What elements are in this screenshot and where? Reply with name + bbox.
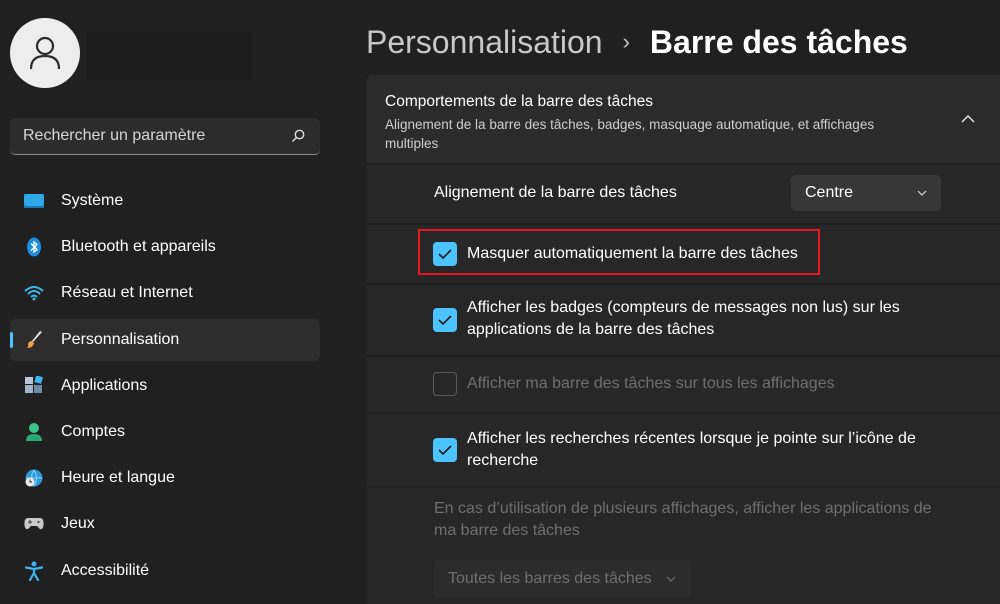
multi-display-row: En cas d’utilisation de plusieurs affich… bbox=[367, 488, 1000, 604]
checkmark-icon bbox=[438, 315, 452, 325]
alignment-label: Alignement de la barre des tâches bbox=[434, 184, 677, 201]
sidebar-item-label: Système bbox=[61, 192, 124, 209]
chevron-right-icon: › bbox=[622, 29, 630, 54]
section-header[interactable]: Comportements de la barre des tâches Ali… bbox=[367, 75, 1000, 163]
sidebar: Système Bluetooth et appareils Réseau et… bbox=[0, 0, 335, 604]
sidebar-item-label: Personnalisation bbox=[61, 330, 180, 348]
sidebar-item-label: Accessibilité bbox=[61, 561, 150, 579]
sidebar-item-accessibilite[interactable]: Accessibilité bbox=[10, 550, 320, 592]
breadcrumb-parent-link[interactable]: Personnalisation bbox=[366, 24, 603, 61]
chevron-down-icon bbox=[917, 190, 927, 196]
all-displays-row: Afficher ma barre des tâches sur tous le… bbox=[367, 357, 1000, 412]
sidebar-item-label: Jeux bbox=[61, 515, 95, 533]
gamepad-icon bbox=[23, 513, 45, 535]
checkmark-icon bbox=[438, 249, 452, 259]
globe-clock-icon bbox=[23, 467, 45, 489]
multi-display-dropdown[interactable]: Toutes les barres des tâches bbox=[434, 560, 691, 598]
alignment-dropdown[interactable]: Centre bbox=[791, 175, 941, 211]
alignment-dropdown-value: Centre bbox=[805, 184, 854, 201]
chevron-up-icon[interactable] bbox=[958, 109, 978, 129]
taskbar-behaviors-card: Comportements de la barre des tâches Ali… bbox=[367, 75, 1000, 604]
system-icon bbox=[23, 190, 45, 212]
autohide-label[interactable]: Masquer automatiquement la barre des tâc… bbox=[467, 243, 798, 265]
sidebar-item-reseau[interactable]: Réseau et Internet bbox=[10, 272, 320, 314]
search-icon[interactable] bbox=[290, 128, 306, 144]
sidebar-item-label: Heure et langue bbox=[61, 469, 175, 487]
sidebar-item-personnalisation[interactable]: Personnalisation bbox=[10, 318, 320, 361]
apps-icon bbox=[23, 375, 45, 397]
section-description: Alignement de la barre des tâches, badge… bbox=[385, 117, 875, 151]
autohide-row: Masquer automatiquement la barre des tâc… bbox=[367, 225, 1000, 283]
recent-searches-label[interactable]: Afficher les recherches récentes lorsque… bbox=[467, 428, 937, 472]
all-displays-checkbox[interactable] bbox=[433, 372, 457, 396]
recent-searches-row: Afficher les recherches récentes lorsque… bbox=[367, 414, 1000, 486]
sidebar-item-bluetooth[interactable]: Bluetooth et appareils bbox=[10, 226, 320, 268]
all-displays-label[interactable]: Afficher ma barre des tâches sur tous le… bbox=[467, 373, 835, 395]
nav-list: Système Bluetooth et appareils Réseau et… bbox=[10, 180, 320, 596]
search-input[interactable] bbox=[23, 127, 290, 145]
user-profile[interactable] bbox=[10, 18, 330, 88]
sidebar-item-jeux[interactable]: Jeux bbox=[10, 503, 320, 545]
sidebar-item-label: Applications bbox=[61, 376, 148, 394]
accessibility-icon bbox=[23, 560, 45, 582]
page-title: Barre des tâches bbox=[649, 23, 908, 60]
wifi-icon bbox=[23, 282, 45, 304]
person-icon bbox=[23, 421, 45, 443]
person-silhouette-icon bbox=[29, 36, 61, 70]
bluetooth-icon bbox=[23, 236, 45, 258]
alignment-row: Alignement de la barre des tâches Centre bbox=[367, 165, 1000, 223]
multi-display-dropdown-value: Toutes les barres des tâches bbox=[448, 570, 652, 587]
sidebar-item-systeme[interactable]: Système bbox=[10, 180, 320, 222]
breadcrumb: Personnalisation › Barre des tâches bbox=[366, 20, 908, 64]
multi-display-label: En cas d’utilisation de plusieurs affich… bbox=[434, 500, 932, 539]
sidebar-item-applications[interactable]: Applications bbox=[10, 365, 320, 407]
user-name-redacted bbox=[86, 32, 252, 80]
section-title: Comportements de la barre des tâches bbox=[385, 93, 653, 110]
chevron-down-icon bbox=[666, 576, 676, 582]
sidebar-item-label: Bluetooth et appareils bbox=[61, 238, 216, 256]
settings-window: Système Bluetooth et appareils Réseau et… bbox=[0, 0, 1000, 604]
sidebar-item-label: Réseau et Internet bbox=[61, 284, 193, 302]
avatar[interactable] bbox=[10, 18, 80, 88]
search-box[interactable] bbox=[10, 118, 320, 155]
checkmark-icon bbox=[438, 445, 452, 455]
badges-label[interactable]: Afficher les badges (compteurs de messag… bbox=[467, 297, 927, 341]
sidebar-item-comptes[interactable]: Comptes bbox=[10, 411, 320, 453]
sidebar-item-heure-langue[interactable]: Heure et langue bbox=[10, 457, 320, 499]
sidebar-item-label: Comptes bbox=[61, 422, 126, 440]
brush-icon bbox=[23, 329, 45, 351]
recent-searches-checkbox[interactable] bbox=[433, 438, 457, 462]
badges-checkbox[interactable] bbox=[433, 308, 457, 332]
badges-row: Afficher les badges (compteurs de messag… bbox=[367, 285, 1000, 355]
autohide-checkbox[interactable] bbox=[433, 242, 457, 266]
